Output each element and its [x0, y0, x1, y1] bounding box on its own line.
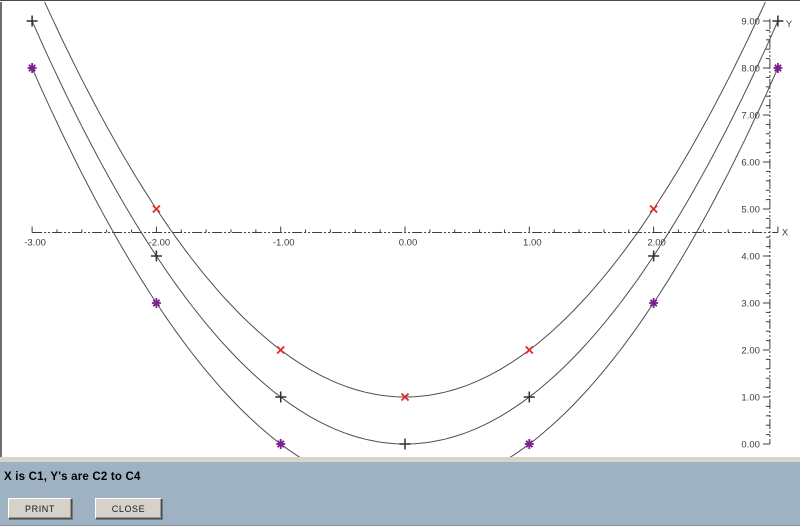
y-tick-label: 6.00	[741, 158, 760, 169]
parabola-chart: -3.00 -2.00 -1.00 0.00 1.00 2.00 X 0.00 1.00 2.00…	[24, 2, 793, 457]
print-button[interactable]: PRINT	[8, 498, 72, 519]
y-tick-label: 0.00	[741, 440, 760, 451]
y-tick-label: 3.00	[741, 299, 760, 310]
x-tick-label: -2.00	[149, 238, 171, 249]
x-tick-label: -3.00	[24, 238, 46, 249]
series-C4-curve	[31, 67, 779, 457]
y-tick-label: 2.00	[741, 346, 760, 357]
y-tick-label: 1.00	[741, 393, 760, 404]
x-tick-label: 1.00	[523, 238, 542, 249]
y-tick-label: 4.00	[741, 252, 760, 263]
plot-area: -3.00 -2.00 -1.00 0.00 1.00 2.00 X 0.00 1.00 2.00…	[0, 2, 800, 457]
y-tick-label: 9.00	[741, 17, 760, 28]
status-bar: X is C1, Y's are C2 to C4 PRINT CLOSE	[0, 457, 800, 526]
y-tick-label: 5.00	[741, 205, 760, 216]
x-tick-label: 0.00	[399, 238, 418, 249]
y-axis-label: Y	[786, 19, 793, 30]
x-tick-label: 2.00	[647, 238, 666, 249]
x-axis	[31, 226, 779, 233]
series-C3-markers	[152, 204, 658, 402]
y-tick-label: 8.00	[741, 64, 760, 75]
series-C3-curve	[44, 2, 766, 398]
y-axis	[762, 19, 771, 445]
close-button[interactable]: CLOSE	[95, 498, 162, 519]
x-tick-label: -1.00	[273, 238, 295, 249]
series-C4-markers	[27, 63, 783, 449]
x-tick-labels: -3.00 -2.00 -1.00 0.00 1.00 2.00	[24, 238, 666, 249]
status-text: X is C1, Y's are C2 to C4	[4, 471, 141, 483]
y-tick-label: 7.00	[741, 111, 760, 122]
plot-window: -3.00 -2.00 -1.00 0.00 1.00 2.00 X 0.00 1.00 2.00…	[0, 0, 800, 526]
x-axis-label: X	[782, 228, 789, 239]
